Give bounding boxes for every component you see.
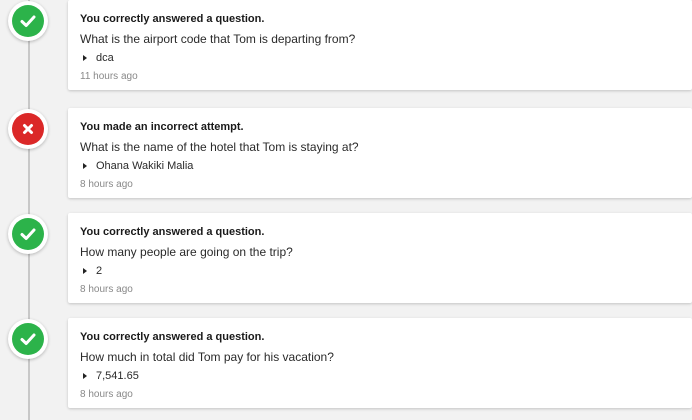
status-circle (8, 1, 48, 41)
timestamp: 8 hours ago (80, 179, 133, 190)
timeline-entry: You made an incorrect attempt. What is t… (0, 108, 692, 198)
answer-text: 7,541.65 (96, 370, 139, 382)
question-text: How many people are going on the trip? (80, 245, 293, 259)
answer-text: Ohana Wakiki Malia (96, 160, 194, 172)
activity-title: You correctly answered a question. (80, 226, 265, 238)
activity-title: You made an incorrect attempt. (80, 121, 244, 133)
activity-card: You made an incorrect attempt. What is t… (68, 108, 692, 198)
timestamp: 11 hours ago (80, 71, 138, 82)
timestamp: 8 hours ago (80, 389, 133, 400)
status-circle (8, 319, 48, 359)
caret-right-icon (83, 373, 87, 379)
checkmark-icon (12, 323, 44, 355)
timeline-entry: You correctly answered a question. What … (0, 0, 692, 90)
status-circle (8, 214, 48, 254)
checkmark-icon (12, 218, 44, 250)
question-text: What is the airport code that Tom is dep… (80, 32, 356, 46)
timeline-entry: You correctly answered a question. How m… (0, 318, 692, 408)
activity-card: You correctly answered a question. What … (68, 0, 692, 90)
answer-text: dca (96, 52, 114, 64)
activity-title: You correctly answered a question. (80, 13, 265, 25)
caret-right-icon (83, 268, 87, 274)
x-mark-icon (12, 113, 44, 145)
question-text: How much in total did Tom pay for his va… (80, 350, 334, 364)
answer-toggle[interactable]: 7,541.65 (80, 369, 680, 383)
question-text: What is the name of the hotel that Tom i… (80, 140, 359, 154)
activity-title: You correctly answered a question. (80, 331, 265, 343)
answer-toggle[interactable]: 2 (80, 264, 680, 278)
answer-toggle[interactable]: dca (80, 51, 680, 65)
checkmark-icon (12, 5, 44, 37)
answer-toggle[interactable]: Ohana Wakiki Malia (80, 159, 680, 173)
caret-right-icon (83, 55, 87, 61)
status-circle (8, 109, 48, 149)
timestamp: 8 hours ago (80, 284, 133, 295)
activity-card: You correctly answered a question. How m… (68, 213, 692, 303)
activity-timeline: You correctly answered a question. What … (0, 0, 692, 420)
timeline-entry: You correctly answered a question. How m… (0, 213, 692, 303)
activity-card: You correctly answered a question. How m… (68, 318, 692, 408)
answer-text: 2 (96, 265, 103, 277)
caret-right-icon (83, 163, 87, 169)
